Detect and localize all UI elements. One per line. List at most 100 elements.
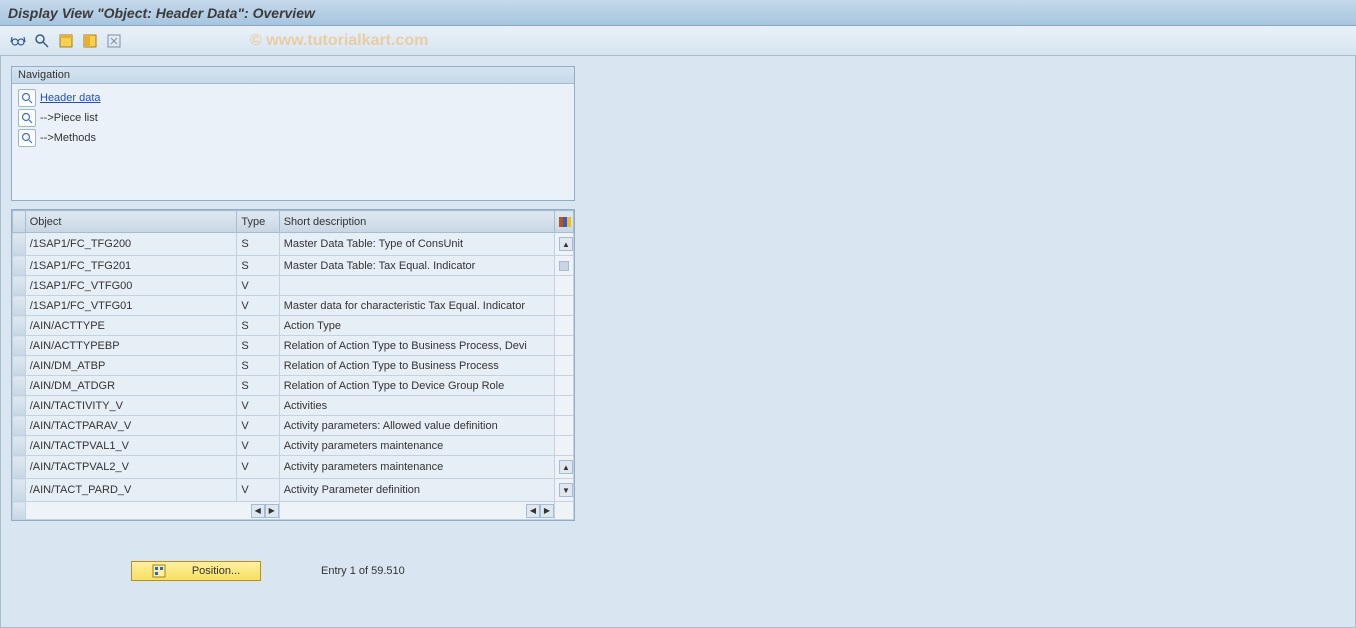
- cell-object[interactable]: /1SAP1/FC_VTFG01: [25, 296, 237, 316]
- vscroll-up-arrow-2[interactable]: ▲: [559, 460, 573, 474]
- vscroll-thumb[interactable]: [559, 261, 569, 271]
- cell-object[interactable]: /1SAP1/FC_TFG201: [25, 256, 237, 276]
- col-header-desc[interactable]: Short description: [279, 211, 554, 233]
- col-header-type[interactable]: Type: [237, 211, 279, 233]
- nav-item-methods[interactable]: -->Methods: [16, 128, 570, 148]
- nav-item-piece-list[interactable]: -->Piece list: [16, 108, 570, 128]
- cell-desc[interactable]: Activity parameters maintenance: [279, 436, 554, 456]
- title-bar: Display View "Object: Header Data": Over…: [0, 0, 1356, 26]
- hscroll-right-zone: ◀ ▶: [279, 502, 554, 520]
- vscroll-track[interactable]: [554, 436, 573, 456]
- vscroll-track[interactable]: [554, 256, 573, 276]
- nav-item-header-data[interactable]: Header data: [16, 88, 570, 108]
- vscroll-track[interactable]: [554, 276, 573, 296]
- glasses-icon[interactable]: [8, 31, 28, 51]
- cell-desc[interactable]: Master data for characteristic Tax Equal…: [279, 296, 554, 316]
- cell-type[interactable]: V: [237, 276, 279, 296]
- cell-desc[interactable]: [279, 276, 554, 296]
- cell-object[interactable]: /AIN/DM_ATDGR: [25, 376, 237, 396]
- hscroll-corner: [13, 502, 26, 520]
- magnifier-icon[interactable]: [32, 31, 52, 51]
- row-handle[interactable]: [13, 416, 26, 436]
- cell-desc[interactable]: Action Type: [279, 316, 554, 336]
- cell-type[interactable]: S: [237, 336, 279, 356]
- footer: Position... Entry 1 of 59.510: [131, 561, 1345, 581]
- cell-type[interactable]: V: [237, 416, 279, 436]
- cell-object[interactable]: /AIN/ACTTYPE: [25, 316, 237, 336]
- cell-object[interactable]: /AIN/TACTPVAL1_V: [25, 436, 237, 456]
- select-block-icon[interactable]: [80, 31, 100, 51]
- row-handle[interactable]: [13, 316, 26, 336]
- cell-desc[interactable]: Activity parameters maintenance: [279, 456, 554, 479]
- row-handle[interactable]: [13, 436, 26, 456]
- cell-desc[interactable]: Activity Parameter definition: [279, 479, 554, 502]
- vscroll-track[interactable]: ▲: [554, 456, 573, 479]
- cell-object[interactable]: /1SAP1/FC_VTFG00: [25, 276, 237, 296]
- cell-object[interactable]: /AIN/TACTIVITY_V: [25, 396, 237, 416]
- select-all-icon[interactable]: [56, 31, 76, 51]
- table-config-button[interactable]: [554, 211, 573, 233]
- cell-object[interactable]: /AIN/DM_ATBP: [25, 356, 237, 376]
- col-header-object[interactable]: Object: [25, 211, 237, 233]
- cell-desc[interactable]: Master Data Table: Tax Equal. Indicator: [279, 256, 554, 276]
- nav-item-label: -->Piece list: [40, 112, 98, 124]
- vscroll-track[interactable]: ▼: [554, 479, 573, 502]
- position-button[interactable]: Position...: [131, 561, 261, 581]
- navigation-panel: Navigation Header data -->Piece list -->…: [11, 66, 575, 201]
- vscroll-track[interactable]: [554, 376, 573, 396]
- vscroll-track[interactable]: [554, 416, 573, 436]
- row-handle[interactable]: [13, 356, 26, 376]
- cell-type[interactable]: V: [237, 479, 279, 502]
- cell-type[interactable]: S: [237, 256, 279, 276]
- cell-object[interactable]: /AIN/ACTTYPEBP: [25, 336, 237, 356]
- hscroll-right-arrow-2[interactable]: ▶: [540, 504, 554, 518]
- vscroll-track[interactable]: [554, 396, 573, 416]
- cell-desc[interactable]: Activities: [279, 396, 554, 416]
- row-handle[interactable]: [13, 396, 26, 416]
- cell-desc[interactable]: Relation of Action Type to Device Group …: [279, 376, 554, 396]
- navigation-body: Header data -->Piece list -->Methods: [12, 84, 574, 200]
- vscroll-track[interactable]: ▲: [554, 233, 573, 256]
- cell-object[interactable]: /AIN/TACTPARAV_V: [25, 416, 237, 436]
- hscroll-left-arrow-2[interactable]: ◀: [526, 504, 540, 518]
- vscroll-down-arrow[interactable]: ▼: [559, 483, 573, 497]
- cell-desc[interactable]: Relation of Action Type to Business Proc…: [279, 336, 554, 356]
- cell-type[interactable]: S: [237, 376, 279, 396]
- vscroll-track[interactable]: [554, 356, 573, 376]
- cell-desc[interactable]: Relation of Action Type to Business Proc…: [279, 356, 554, 376]
- cell-desc[interactable]: Master Data Table: Type of ConsUnit: [279, 233, 554, 256]
- vscroll-up-arrow[interactable]: ▲: [559, 237, 573, 251]
- cell-object[interactable]: /AIN/TACTPVAL2_V: [25, 456, 237, 479]
- hscroll-left-zone: ◀ ▶: [25, 502, 279, 520]
- table-row: /AIN/DM_ATDGRSRelation of Action Type to…: [13, 376, 574, 396]
- cell-object[interactable]: /1SAP1/FC_TFG200: [25, 233, 237, 256]
- hscroll-corner-right: [554, 502, 573, 520]
- cell-type[interactable]: V: [237, 396, 279, 416]
- row-handle[interactable]: [13, 479, 26, 502]
- hscroll-left-arrow[interactable]: ◀: [251, 504, 265, 518]
- row-handle[interactable]: [13, 233, 26, 256]
- vscroll-track[interactable]: [554, 296, 573, 316]
- vscroll-track[interactable]: [554, 316, 573, 336]
- cell-type[interactable]: V: [237, 436, 279, 456]
- cell-type[interactable]: S: [237, 316, 279, 336]
- row-handle[interactable]: [13, 296, 26, 316]
- cell-object[interactable]: /AIN/TACT_PARD_V: [25, 479, 237, 502]
- cell-type[interactable]: V: [237, 456, 279, 479]
- cell-type[interactable]: V: [237, 296, 279, 316]
- content-area: Navigation Header data -->Piece list -->…: [0, 56, 1356, 628]
- row-handle[interactable]: [13, 376, 26, 396]
- row-handle[interactable]: [13, 336, 26, 356]
- hscroll-right-arrow[interactable]: ▶: [265, 504, 279, 518]
- title-text: Display View "Object: Header Data": Over…: [8, 5, 315, 21]
- cell-desc[interactable]: Activity parameters: Allowed value defin…: [279, 416, 554, 436]
- row-handle[interactable]: [13, 276, 26, 296]
- vscroll-track[interactable]: [554, 336, 573, 356]
- cell-type[interactable]: S: [237, 356, 279, 376]
- row-handle[interactable]: [13, 456, 26, 479]
- row-handle-header[interactable]: [13, 211, 26, 233]
- row-handle[interactable]: [13, 256, 26, 276]
- table-row: /1SAP1/FC_VTFG01VMaster data for charact…: [13, 296, 574, 316]
- cell-type[interactable]: S: [237, 233, 279, 256]
- deselect-icon[interactable]: [104, 31, 124, 51]
